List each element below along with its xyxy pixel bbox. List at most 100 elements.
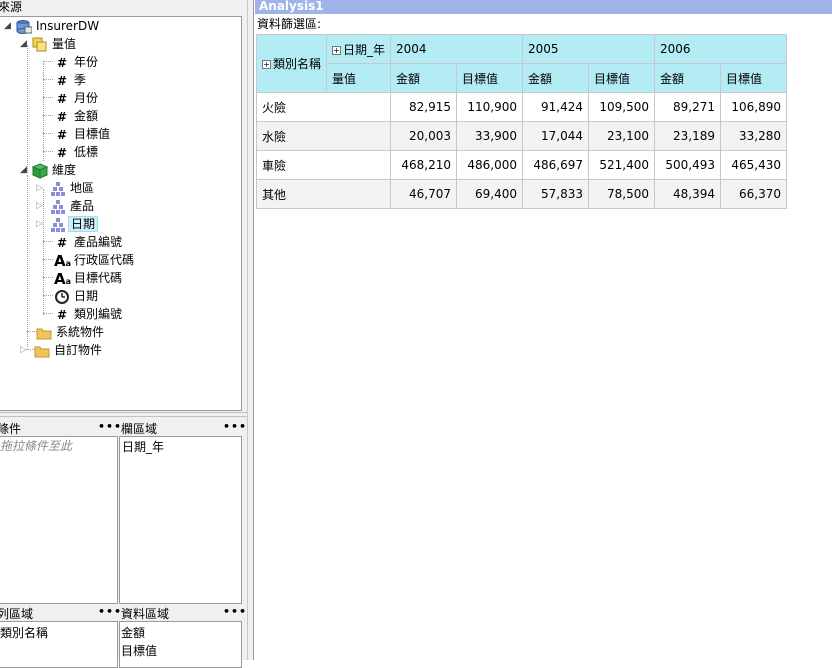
text-attribute-icon: Aa — [54, 251, 72, 270]
data-cell: 82,915 — [390, 92, 458, 122]
tree-item-label: 日期 — [68, 216, 99, 232]
row-label[interactable]: 水險 — [255, 121, 392, 151]
row-header-cell[interactable]: + 類別名稱 — [255, 34, 328, 93]
conditions-placeholder: 拖拉條件至此 — [0, 439, 73, 453]
columns-menu-button[interactable]: ••• — [223, 420, 247, 433]
tree-item-district-code[interactable]: Aa 行政區代碼 — [54, 251, 136, 269]
tree-item-label: 目標值 — [74, 127, 111, 141]
measure-header-target[interactable]: 目標值 — [588, 63, 656, 93]
tree-item-low[interactable]: # 低標 — [54, 143, 100, 161]
measure-header-amount[interactable]: 金額 — [654, 63, 722, 93]
text-attribute-icon: Aa — [54, 269, 72, 288]
expand-icon[interactable]: + — [332, 45, 342, 55]
data-menu-button[interactable]: ••• — [223, 605, 247, 618]
conditions-menu-button[interactable]: ••• — [98, 420, 122, 433]
expand-icon[interactable]: ▷ — [36, 202, 45, 211]
data-cell: 91,424 — [522, 92, 590, 122]
source-panel-title: 來源 — [0, 0, 23, 14]
data-item-amount[interactable]: 金額 — [121, 624, 145, 642]
tree-item-region[interactable]: ▷ 地區 — [36, 179, 96, 197]
tree-item-year[interactable]: # 年份 — [54, 53, 100, 71]
data-cell: 468,210 — [390, 150, 458, 180]
row-header-label: 類別名稱 — [273, 57, 322, 71]
data-cell: 66,370 — [720, 179, 788, 209]
hash-icon: # — [56, 145, 68, 160]
tree-item-label: 月份 — [74, 91, 99, 105]
row-label[interactable]: 其他 — [255, 179, 392, 209]
tree-item-label: 地區 — [70, 181, 95, 195]
columns-drop-area[interactable]: 日期_年 — [119, 436, 242, 604]
tree-item-label: 自訂物件 — [54, 343, 103, 357]
tree-item-system-objects[interactable]: 系統物件 — [36, 323, 106, 341]
collapse-icon[interactable]: ◢ — [20, 40, 29, 49]
data-cell: 486,000 — [456, 150, 524, 180]
tree-item-label: 低標 — [74, 145, 99, 159]
hash-icon: # — [56, 91, 68, 106]
tree-item-label: 行政區代碼 — [74, 253, 135, 267]
tree-item-category-id[interactable]: # 類別編號 — [54, 305, 124, 323]
tree-item-measures[interactable]: ◢ 量值 — [20, 35, 78, 53]
table-row: 其他 46,707 69,400 57,833 78,500 48,394 66… — [255, 179, 788, 209]
tree-item-target-code[interactable]: Aa 目標代碼 — [54, 269, 124, 287]
tree-item-date-hierarchy[interactable]: ▷ 日期 — [36, 215, 99, 233]
tree-item-label: 目標代碼 — [74, 271, 123, 285]
tree-item-custom-objects[interactable]: ▷ 自訂物件 — [20, 341, 104, 359]
tree-item-month[interactable]: # 月份 — [54, 89, 100, 107]
expand-icon[interactable]: ▷ — [36, 184, 45, 193]
tree-item-date-attribute[interactable]: 日期 — [54, 287, 100, 305]
data-cell: 23,189 — [654, 121, 722, 151]
expand-icon[interactable]: + — [262, 60, 271, 69]
measure-header-target[interactable]: 目標值 — [456, 63, 524, 93]
tree-item-dimensions[interactable]: ◢ 維度 — [20, 161, 78, 179]
expand-icon[interactable]: ▷ — [36, 220, 45, 229]
tree-item-amount[interactable]: # 金額 — [54, 107, 100, 125]
source-tree[interactable]: ◢ InsurerDW ◢ 量值 # 年份 # 季 # 月份 # 金額 # 目標值 # 低標… — [0, 16, 242, 411]
data-cell: 23,100 — [588, 121, 656, 151]
measures-folder-icon — [32, 37, 48, 53]
left-panel: 來源 ◢ InsurerDW ◢ 量值 # 年份 # 季 # 月份 # 金額 #… — [0, 0, 247, 668]
tree-item-product[interactable]: ▷ 產品 — [36, 197, 96, 215]
data-drop-area[interactable]: 金額 目標值 — [119, 621, 242, 668]
tree-item-product-id[interactable]: # 產品編號 — [54, 233, 124, 251]
hierarchy-icon — [50, 217, 66, 233]
analysis-tab-bar — [255, 0, 832, 14]
tree-item-quarter[interactable]: # 季 — [54, 71, 88, 89]
row-label[interactable]: 火險 — [255, 92, 392, 122]
collapse-icon[interactable]: ◢ — [4, 22, 13, 31]
data-item-target[interactable]: 目標值 — [121, 642, 157, 660]
tree-item-label: 年份 — [74, 55, 99, 69]
tree-item-label: 量值 — [52, 37, 77, 51]
pivot-table: + 類別名稱 + 日期_年 2004 2005 2006 量值 金額 目標值 金額 … — [255, 34, 788, 209]
splitter[interactable] — [0, 412, 247, 417]
data-cell: 109,500 — [588, 92, 656, 122]
data-cell: 465,430 — [720, 150, 788, 180]
data-cell: 48,394 — [654, 179, 722, 209]
column-header-cell[interactable]: + 日期_年 — [326, 34, 392, 64]
row-label[interactable]: 車險 — [255, 150, 392, 180]
measure-header-cell[interactable]: 量值 — [326, 63, 392, 93]
tree-item-target[interactable]: # 目標值 — [54, 125, 112, 143]
tree-item-insurerdw[interactable]: ◢ InsurerDW — [4, 17, 101, 35]
collapse-icon[interactable]: ◢ — [20, 166, 29, 175]
year-header-2004[interactable]: 2004 — [390, 34, 524, 64]
tree-item-label: 產品 — [70, 199, 95, 213]
year-header-2006[interactable]: 2006 — [654, 34, 788, 64]
folder-icon — [34, 343, 50, 359]
data-cell: 521,400 — [588, 150, 656, 180]
columns-item-date-year[interactable]: 日期_年 — [122, 438, 164, 456]
rows-item-category-name[interactable]: 類別名稱 — [0, 624, 48, 642]
analysis-tab-title[interactable]: Analysis1 — [259, 0, 324, 14]
rows-drop-area[interactable]: 類別名稱 — [0, 621, 118, 668]
tree-item-label: 維度 — [52, 163, 77, 177]
measure-header-amount[interactable]: 金額 — [522, 63, 590, 93]
rows-menu-button[interactable]: ••• — [98, 605, 122, 618]
data-cell: 106,890 — [720, 92, 788, 122]
conditions-drop-area[interactable]: 拖拉條件至此 — [0, 436, 118, 604]
year-header-2005[interactable]: 2005 — [522, 34, 656, 64]
panel-splitter[interactable] — [247, 0, 254, 660]
measure-header-amount[interactable]: 金額 — [390, 63, 458, 93]
measure-header-target[interactable]: 目標值 — [720, 63, 788, 93]
tree-item-label: 日期 — [74, 289, 99, 303]
data-cell: 486,697 — [522, 150, 590, 180]
expand-icon[interactable]: ▷ — [20, 346, 29, 355]
